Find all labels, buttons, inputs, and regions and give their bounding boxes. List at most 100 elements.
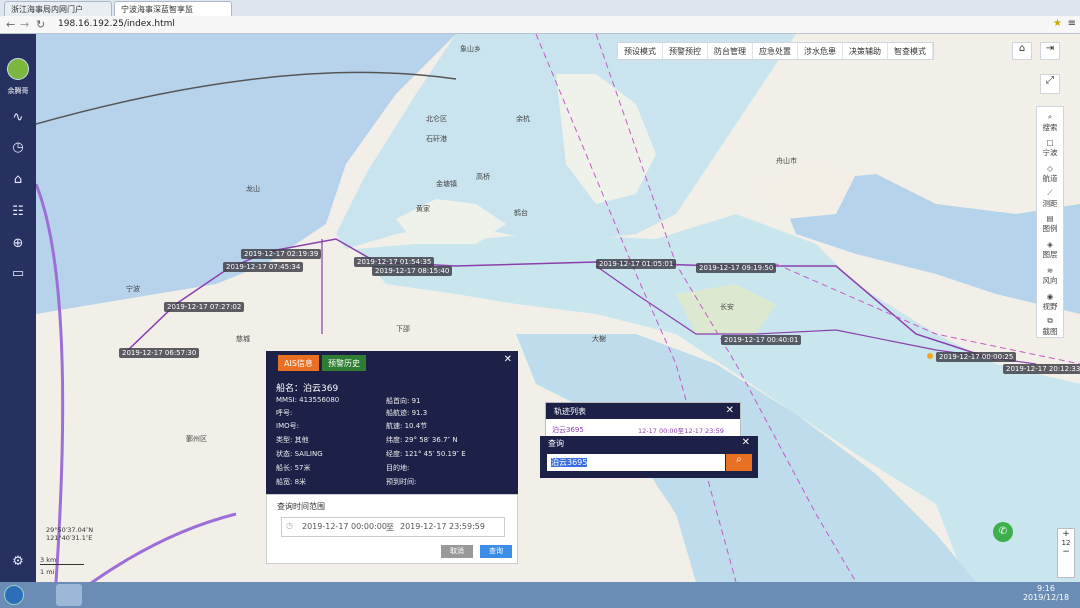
- place-label: 鄞州区: [186, 435, 207, 443]
- logout-icon[interactable]: ⇥: [1040, 42, 1060, 60]
- tab-alarm-history[interactable]: 预警历史: [322, 355, 366, 371]
- nav-alarm-control[interactable]: 预警预控: [663, 43, 708, 59]
- query-title: 查询: [548, 439, 564, 448]
- track-time-range: 12-17 00:00至12-17 23:59: [638, 427, 724, 435]
- tool-search[interactable]: ⌕ 搜索: [1039, 112, 1061, 133]
- track-time-label: 2019-12-17 07:27:02: [164, 302, 245, 312]
- star-icon[interactable]: ★: [1053, 18, 1062, 29]
- top-mode-nav: 预设模式 预警预控 防台管理 应急处置 涉水危患 决策辅助 智查模式: [617, 42, 934, 60]
- place-label: 慈城: [236, 335, 250, 343]
- crop-icon: ⧉: [1047, 316, 1053, 325]
- query-input[interactable]: 泊云3695: [547, 454, 725, 471]
- range-input[interactable]: ◷ 2019-12-17 00:00:00 至 2019-12-17 23:59…: [281, 517, 505, 537]
- tool-legend[interactable]: ▤ 图例: [1039, 214, 1061, 234]
- zoom-out-button[interactable]: −: [1058, 547, 1074, 557]
- tool-label: 测距: [1042, 199, 1058, 208]
- tool-channel[interactable]: ◇ 航道: [1039, 164, 1061, 184]
- track-time-label: 2019-12-17 20:12:33: [1003, 364, 1080, 374]
- imo: IMO号:: [276, 422, 299, 430]
- close-icon[interactable]: ✕: [742, 437, 750, 448]
- query-value: 泊云3695: [551, 458, 588, 467]
- tool-label: 搜索: [1042, 123, 1058, 132]
- chrome-taskbar-icon[interactable]: [56, 584, 82, 606]
- longitude-readout: 121°40′31.1″E: [46, 534, 93, 542]
- track-time-label: 2019-12-17 02:19:39: [241, 249, 322, 259]
- tool-view[interactable]: ◉ 视野: [1039, 292, 1061, 312]
- document-icon[interactable]: ☷: [8, 202, 28, 222]
- tab-ais-info[interactable]: AIS信息: [278, 355, 319, 371]
- tab-portal[interactable]: 浙江海事局内网门户: [4, 1, 112, 16]
- map-view[interactable]: 2019-12-17 06:57:30 2019-12-17 07:27:02 …: [36, 34, 1080, 582]
- bridge-icon[interactable]: ⌂: [8, 170, 28, 190]
- settings-icon[interactable]: ⚙: [8, 552, 28, 572]
- clock: 9:16 2019/12/18: [1018, 584, 1074, 602]
- longitude: 经度: 121° 45′ 50.19″ E: [386, 450, 466, 458]
- nav-hazards[interactable]: 涉水危患: [798, 43, 843, 59]
- track-time-label: 2019-12-17 06:57:30: [119, 348, 200, 358]
- phone-icon[interactable]: ✆: [993, 522, 1013, 542]
- reload-icon[interactable]: ↻: [36, 18, 45, 31]
- nav-decision[interactable]: 决策辅助: [843, 43, 888, 59]
- track-ship-name[interactable]: 泊云3695: [552, 425, 584, 435]
- close-icon[interactable]: ✕: [504, 354, 512, 365]
- home-icon[interactable]: ⌂: [1012, 42, 1032, 60]
- search-button[interactable]: ⌕: [726, 454, 752, 471]
- fullscreen-icon[interactable]: ⤢: [1040, 74, 1060, 94]
- place-label: 高桥: [476, 173, 490, 181]
- ship-type: 类型: 其他: [276, 436, 309, 444]
- avatar[interactable]: [7, 58, 29, 80]
- layers-icon: ◈: [1047, 240, 1053, 249]
- address-bar[interactable]: ← → ↻ 198.16.192.25/index.html ★ ≡: [0, 16, 1080, 34]
- clock-time: 9:16: [1037, 584, 1055, 593]
- callsign: 呼号:: [276, 409, 293, 417]
- forward-icon[interactable]: →: [20, 18, 29, 31]
- tool-screenshot[interactable]: ⧉ 截图: [1039, 316, 1061, 337]
- ship-length: 船长: 57米: [276, 464, 311, 472]
- cancel-button[interactable]: 取消: [441, 545, 473, 558]
- zoom-in-button[interactable]: +: [1058, 529, 1074, 539]
- tool-layers[interactable]: ◈ 图层: [1039, 240, 1061, 260]
- track-time-label: 2019-12-17 07:45:34: [223, 262, 304, 272]
- tool-label: 截图: [1042, 327, 1058, 336]
- place-label: 龙山: [246, 185, 260, 193]
- zoom-control: + 12 −: [1057, 528, 1075, 578]
- place-label: 余杭: [516, 115, 530, 123]
- filter-icon: ◇: [1047, 164, 1053, 173]
- speed: 航速: 10.4节: [386, 422, 428, 430]
- tab-active[interactable]: 宁波海事深蓝智享监: [114, 1, 232, 16]
- range-end: 2019-12-17 23:59:59: [400, 522, 485, 531]
- latitude: 纬度: 29° 58′ 36.7″ N: [386, 436, 458, 444]
- back-icon[interactable]: ←: [6, 18, 15, 31]
- ship-width: 船宽: 8米: [276, 478, 307, 486]
- place-label: 舟山市: [776, 157, 797, 165]
- clock-icon: ◷: [286, 521, 293, 530]
- compass-icon[interactable]: ◷: [8, 138, 28, 158]
- monitor-icon[interactable]: ▭: [8, 264, 28, 284]
- tool-wind[interactable]: ≋ 风向: [1039, 266, 1061, 286]
- place-label: 金塘镇: [436, 180, 457, 188]
- search-icon: ⌕: [736, 454, 742, 465]
- track-time-label: 2019-12-17 00:00:25: [936, 352, 1017, 362]
- confirm-button[interactable]: 查询: [480, 545, 512, 558]
- legend-icon: ▤: [1046, 214, 1054, 223]
- nav-preset-mode[interactable]: 预设模式: [618, 43, 663, 59]
- chart-icon[interactable]: ∿: [8, 108, 28, 128]
- tool-label: 风向: [1042, 276, 1058, 285]
- start-icon[interactable]: [4, 585, 24, 605]
- range-start: 2019-12-17 00:00:00: [302, 522, 387, 531]
- tool-label: 视野: [1042, 302, 1058, 311]
- url-text: 198.16.192.25/index.html: [58, 19, 175, 29]
- taskbar: 9:16 2019/12/18: [0, 582, 1080, 608]
- close-icon[interactable]: ✕: [726, 405, 734, 416]
- tool-measure[interactable]: ⟋ 测距: [1039, 188, 1061, 209]
- nav-typhoon[interactable]: 防台管理: [708, 43, 753, 59]
- tab-label: 浙江海事局内网门户: [11, 5, 83, 14]
- globe-icon[interactable]: ⊕: [8, 234, 28, 254]
- eye-icon: ◉: [1046, 292, 1054, 301]
- ship-name: 船名：泊云369: [276, 384, 339, 394]
- menu-icon[interactable]: ≡: [1068, 18, 1076, 29]
- tool-ningbo[interactable]: □ 宁波: [1039, 138, 1061, 158]
- nav-emergency[interactable]: 应急处置: [753, 43, 798, 59]
- nav-smart-mode[interactable]: 智查模式: [888, 43, 933, 59]
- browser-chrome: 浙江海事局内网门户 宁波海事深蓝智享监 ← → ↻ 198.16.192.25/…: [0, 0, 1080, 34]
